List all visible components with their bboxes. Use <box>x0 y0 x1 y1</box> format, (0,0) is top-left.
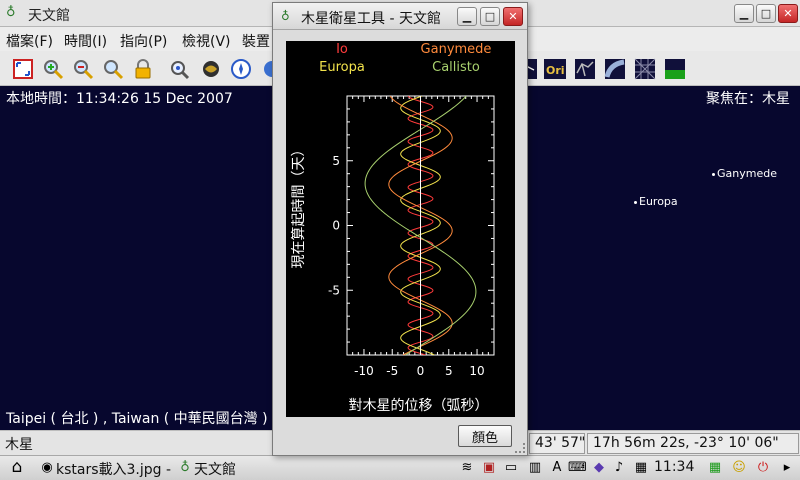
jupiter-moons-dialog: ♁ 木星衛星工具 - 天文館 ▁ □ ✕ Io Ganymede Europa Cal… <box>272 2 528 456</box>
y-tick-label: 5 <box>332 154 340 168</box>
dialog-maximize-button[interactable]: □ <box>480 7 500 26</box>
zoom-in-icon[interactable] <box>40 57 66 81</box>
kstars-task-icon: ♁ <box>180 460 190 475</box>
network-icon[interactable]: ▣ <box>480 459 498 477</box>
minimize-button[interactable]: ▁ <box>734 4 754 23</box>
menu-pointing[interactable]: 指向(P) <box>120 31 167 51</box>
font-icon[interactable]: A <box>548 459 566 477</box>
status-object-name: 木星 <box>5 437 33 453</box>
dialog-close-button[interactable]: ✕ <box>503 7 523 26</box>
bookmark-icon[interactable]: ◆ <box>590 459 608 477</box>
legend-ganymede: Ganymede <box>421 42 492 57</box>
task-image-viewer[interactable]: kstars載入3.jpg - <box>56 459 171 479</box>
status-altaz: 43' 57" <box>529 433 585 454</box>
x-axis-label: 對木星的位移（弧秒） <box>349 398 489 414</box>
jupiter-moons-chart: Io Ganymede Europa Callisto -10 -5 0 5 10 5 0 -5 對木星… <box>291 42 495 414</box>
wifi-icon[interactable]: ≋ <box>458 459 476 477</box>
keyboard-icon[interactable]: ⌨ <box>568 459 587 477</box>
home-icon[interactable]: ⌂ <box>6 458 28 476</box>
ganymede-label: Ganymede <box>717 167 777 180</box>
coordinate-grid-icon[interactable] <box>632 57 658 81</box>
x-tick-label: -5 <box>386 364 398 378</box>
legend-europa: Europa <box>319 60 365 75</box>
taskbar-arrow-icon[interactable]: ▸ <box>778 459 796 477</box>
resize-grip[interactable] <box>515 443 525 453</box>
color-button[interactable]: 顏色 <box>458 425 512 447</box>
menu-time[interactable]: 時間(I) <box>64 31 107 51</box>
kstars-app-icon: ♁ <box>6 5 16 20</box>
milky-way-icon[interactable] <box>602 57 628 81</box>
svg-text:Ori: Ori <box>546 64 565 77</box>
screen: ♁ 天文館 ▁ □ ✕ 檔案(F) 時間(I) 指向(P) 檢視(V) 裝置 O… <box>0 0 800 480</box>
x-tick-label: 5 <box>445 364 453 378</box>
status-radec: 17h 56m 22s, -23° 10' 06" <box>587 433 799 454</box>
maximize-button[interactable]: □ <box>756 4 776 23</box>
taskbar: ⌂ ◉ kstars載入3.jpg - ♁ 天文館 ≋ ▣ ▭ ▥ A ⌨ ◆ … <box>0 455 800 480</box>
x-tick-label: 0 <box>417 364 425 378</box>
dialog-app-icon: ♁ <box>281 9 290 23</box>
ganymede-marker[interactable] <box>712 173 715 176</box>
zoom-out-icon[interactable] <box>70 57 96 81</box>
location-readout: Taipei ( 台北 ) , Taiwan ( 中華民國台灣 ) <box>6 411 268 427</box>
jupiter-moons-plot: Io Ganymede Europa Callisto -10 -5 0 5 10 5 0 -5 對木星… <box>286 41 515 417</box>
focus-readout: 聚焦在：木星 <box>706 91 790 107</box>
fullscreen-icon[interactable] <box>10 57 36 81</box>
compass-icon[interactable] <box>228 57 254 81</box>
close-button[interactable]: ✕ <box>778 4 798 23</box>
y-tick-label: 0 <box>332 219 340 233</box>
y-axis-label: 現在算起時間（天） <box>291 143 307 269</box>
find-object-icon[interactable] <box>166 57 192 81</box>
smiley-icon[interactable]: ☺ <box>730 459 748 477</box>
local-time-readout: 本地時間：11:34:26 15 Dec 2007 <box>6 91 233 107</box>
power-icon[interactable]: ⏻ <box>754 459 772 477</box>
task-kstars[interactable]: 天文館 <box>194 459 236 479</box>
dialog-title: 木星衛星工具 - 天文館 <box>301 11 441 27</box>
battery-icon[interactable]: ▭ <box>502 459 520 477</box>
calendar-icon[interactable]: ▦ <box>632 459 650 477</box>
legend-io: Io <box>336 42 348 57</box>
x-tick-label: -10 <box>354 364 374 378</box>
zoom-default-icon[interactable] <box>100 57 126 81</box>
menu-devices[interactable]: 裝置 <box>242 31 270 51</box>
constellation-names-icon[interactable]: Ori <box>542 57 568 81</box>
legend-callisto: Callisto <box>432 60 480 75</box>
horizon-ground-icon[interactable] <box>662 57 688 81</box>
globe-icon[interactable] <box>198 57 224 81</box>
main-window-title: 天文館 <box>28 8 70 24</box>
y-tick-label: -5 <box>328 283 340 297</box>
usb-icon[interactable]: ▥ <box>526 459 544 477</box>
x-tick-label: 10 <box>469 364 484 378</box>
europa-marker[interactable] <box>634 201 637 204</box>
taskbar-clock[interactable]: 11:34 <box>654 459 694 475</box>
lock-icon[interactable] <box>130 57 156 81</box>
europa-label: Europa <box>639 195 678 208</box>
menu-view[interactable]: 檢視(V) <box>182 31 231 51</box>
constellation-boundaries-icon[interactable] <box>572 57 598 81</box>
menu-file[interactable]: 檔案(F) <box>6 31 53 51</box>
volume-icon[interactable]: ♪ <box>610 459 628 477</box>
dialog-titlebar[interactable]: ♁ 木星衛星工具 - 天文館 ▁ □ ✕ <box>273 3 527 30</box>
image-viewer-icon: ◉ <box>41 460 53 475</box>
dialog-minimize-button[interactable]: ▁ <box>457 7 477 26</box>
apps-grid-icon[interactable]: ▦ <box>706 459 724 477</box>
